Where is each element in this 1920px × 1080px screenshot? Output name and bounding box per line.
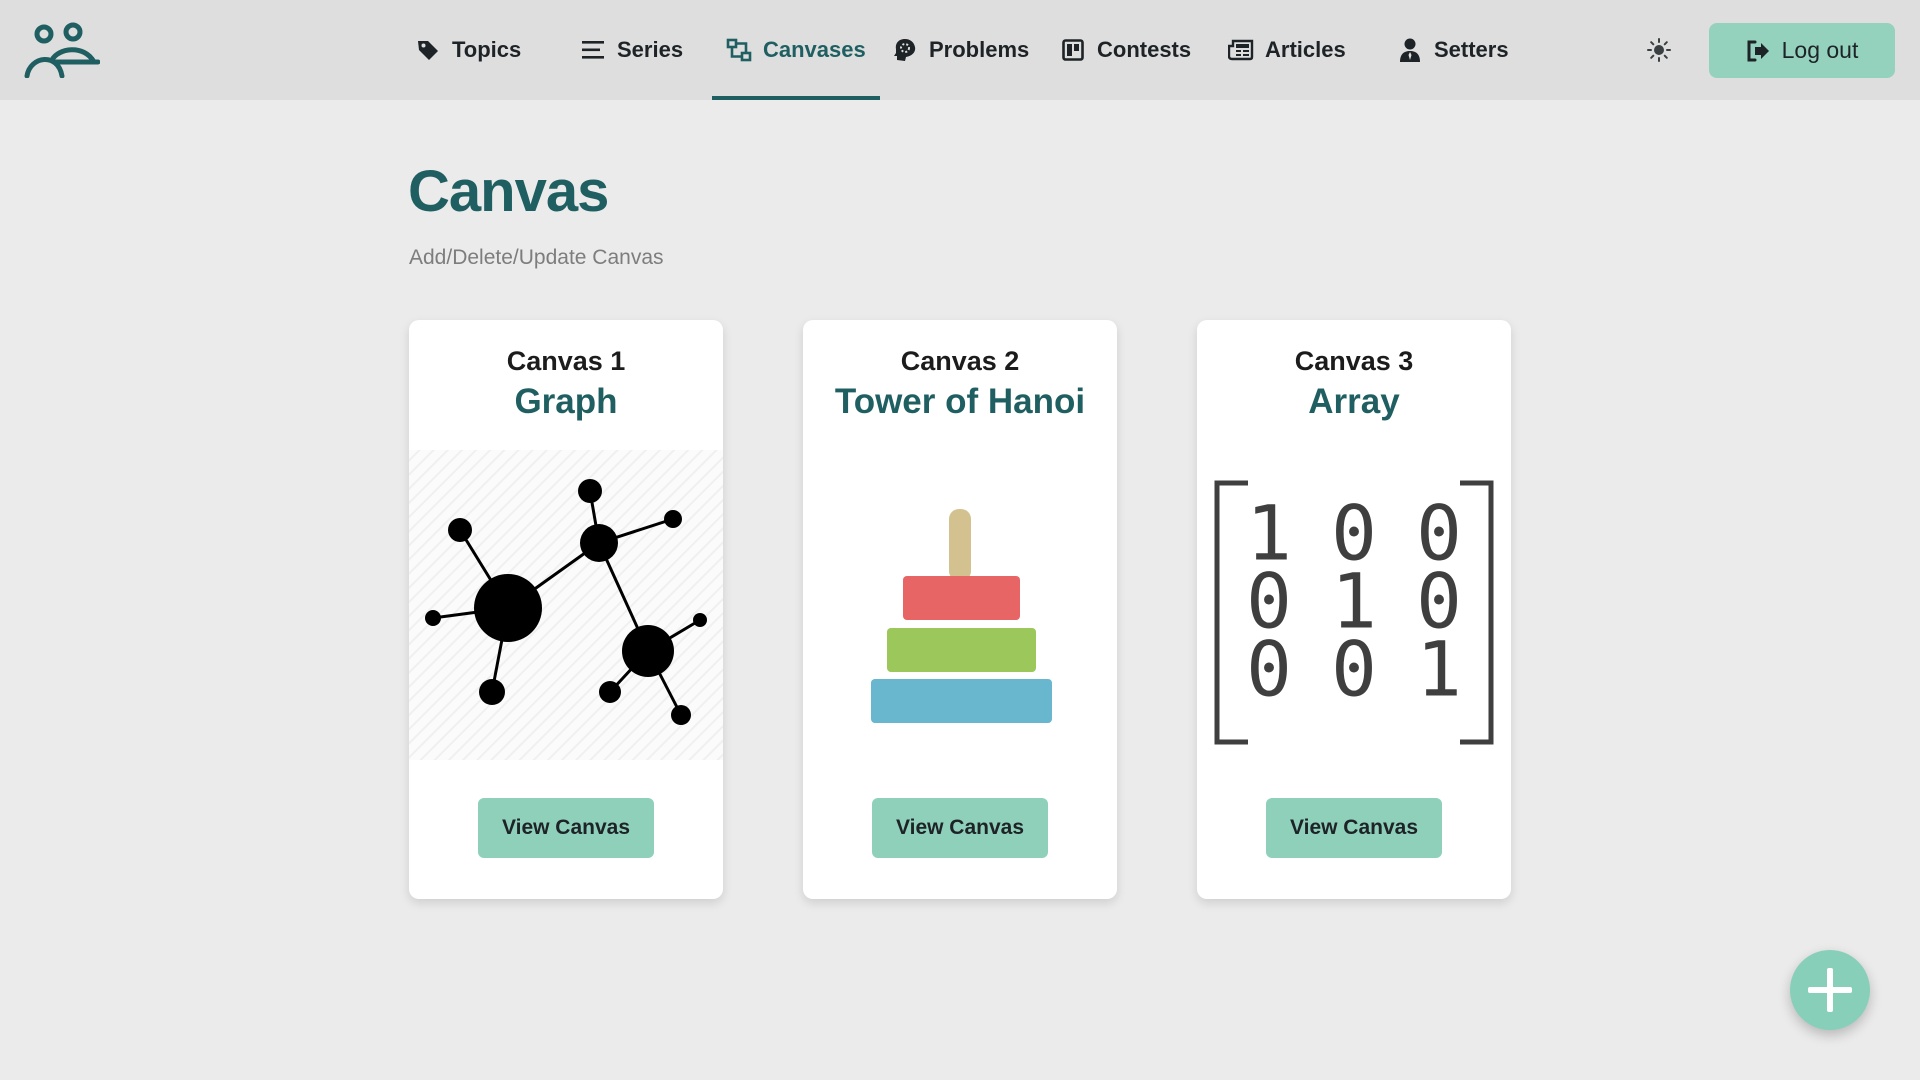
plus-icon — [1808, 968, 1852, 1012]
page-title: Canvas — [408, 159, 609, 224]
nav-topics[interactable]: Topics — [415, 0, 521, 100]
card-number: Canvas 2 — [900, 346, 1020, 376]
logout-label: Log out — [1781, 37, 1859, 63]
nav-setters[interactable]: Setters — [1397, 0, 1509, 100]
nav-contests[interactable]: Contests — [1060, 0, 1191, 100]
users-logo-icon[interactable] — [22, 22, 100, 78]
nav-setters-label: Setters — [1434, 37, 1509, 62]
nav-series-label: Series — [617, 37, 684, 62]
canvas-card-3: Canvas 3 Array 100010001 View Canvas — [1197, 320, 1511, 899]
newspaper-icon — [1228, 37, 1254, 63]
matrix-cell: 0 — [1246, 625, 1292, 714]
card-name: Array — [1308, 382, 1400, 421]
nav-canvases-label: Canvases — [763, 37, 866, 62]
identity-matrix-illustration: 1 0 00 1 00 0 1 — [1214, 480, 1494, 745]
top-navbar: Topics Series Canvases Problems Contests… — [0, 0, 1920, 100]
view-canvas-button[interactable]: View Canvas — [1266, 798, 1442, 858]
board-icon — [1060, 37, 1086, 63]
canvas-icon — [726, 37, 752, 63]
card-name: Tower of Hanoi — [834, 382, 1086, 421]
nav-canvases[interactable]: Canvases — [712, 0, 880, 100]
graph-illustration — [409, 450, 723, 760]
matrix-cell: 0 — [1331, 625, 1377, 714]
canvas-card-2: Canvas 2 Tower of Hanoi View Canvas — [803, 320, 1117, 899]
page-subtitle: Add/Delete/Update Canvas — [409, 246, 664, 269]
list-icon — [580, 37, 606, 63]
tag-icon — [415, 37, 441, 63]
sign-out-icon — [1747, 40, 1769, 61]
card-number: Canvas 1 — [506, 346, 626, 376]
card-number: Canvas 3 — [1294, 346, 1414, 376]
view-canvas-button[interactable]: View Canvas — [478, 798, 654, 858]
user-tie-icon — [1397, 37, 1423, 63]
logout-button[interactable]: Log out — [1709, 23, 1895, 78]
nav-topics-label: Topics — [452, 37, 522, 62]
brain-icon — [892, 37, 918, 63]
nav-problems[interactable]: Problems — [892, 0, 1029, 100]
nav-contests-label: Contests — [1097, 37, 1192, 62]
sun-icon[interactable] — [1645, 36, 1673, 64]
card-name: Graph — [514, 382, 618, 421]
nav-articles-label: Articles — [1265, 37, 1346, 62]
tower-of-hanoi-illustration — [871, 509, 1052, 723]
add-canvas-button[interactable] — [1790, 950, 1870, 1030]
view-canvas-button[interactable]: View Canvas — [872, 798, 1048, 858]
nav-articles[interactable]: Articles — [1228, 0, 1346, 100]
matrix-cell: 1 — [1416, 625, 1462, 714]
nav-series[interactable]: Series — [580, 0, 683, 100]
canvas-card-1: Canvas 1 Graph View Canvas — [409, 320, 723, 899]
nav-problems-label: Problems — [929, 37, 1030, 62]
